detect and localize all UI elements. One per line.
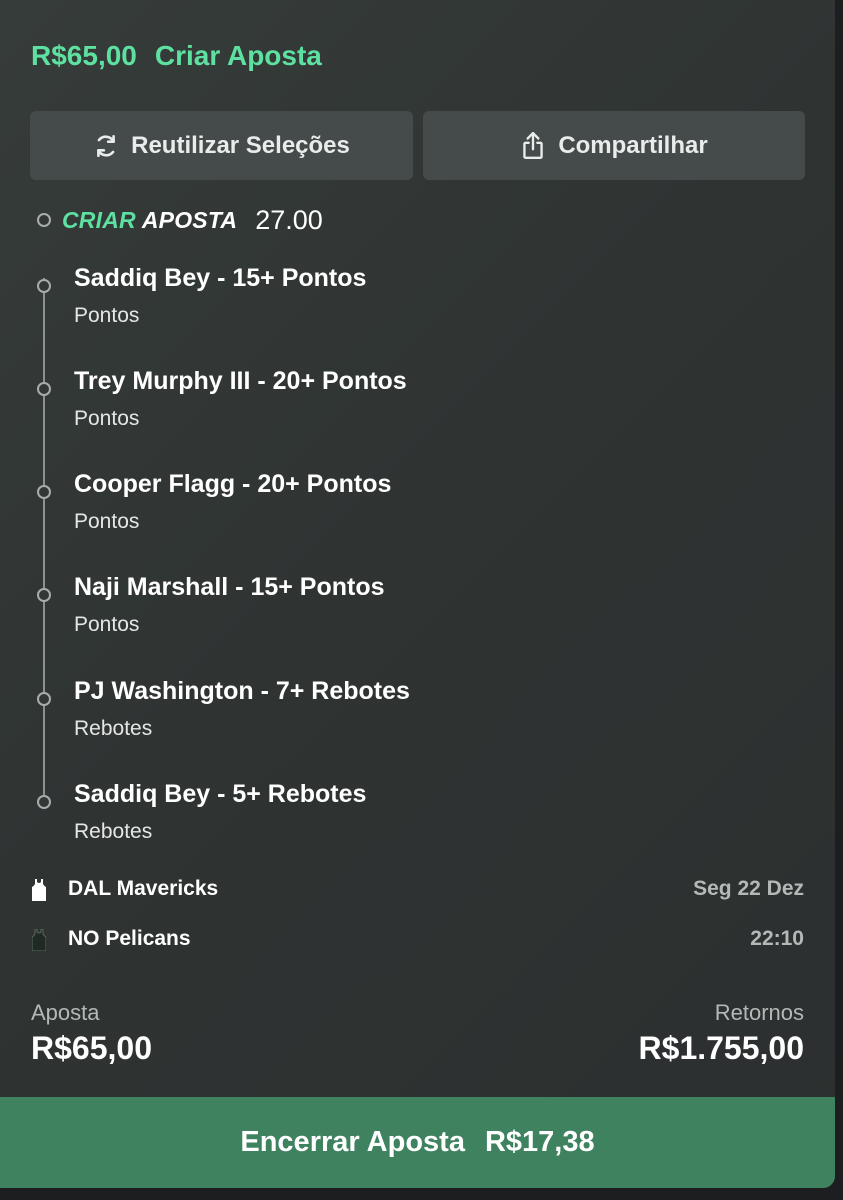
jersey-icon — [31, 928, 47, 956]
leg-market: Pontos — [74, 407, 140, 430]
stake-value: R$65,00 — [31, 1030, 152, 1066]
header-title: Criar Aposta — [154, 40, 322, 71]
bet-builder-odds: 27.00 — [255, 204, 323, 235]
bet-builder-row: CRIAR APOSTA 27.00 — [37, 203, 323, 237]
leg-item: Cooper Flagg - 20+ Pontos Pontos — [0, 470, 800, 562]
timeline-dot — [37, 213, 51, 227]
timeline-dot — [37, 795, 51, 809]
timeline-dot — [37, 279, 51, 293]
leg-title: Cooper Flagg - 20+ Pontos — [74, 470, 392, 498]
away-team-row: NO Pelicans 22:10 — [0, 927, 835, 957]
leg-title: Trey Murphy III - 20+ Pontos — [74, 367, 407, 395]
leg-title: Saddiq Bey - 5+ Rebotes — [74, 780, 367, 808]
timeline-dot — [37, 485, 51, 499]
bet-card: R$65,00 Criar Aposta Reutilizar Seleções… — [0, 0, 835, 1188]
leg-market: Pontos — [74, 613, 140, 636]
share-button[interactable]: Compartilhar — [423, 111, 805, 180]
leg-item: Trey Murphy III - 20+ Pontos Pontos — [0, 367, 800, 459]
refresh-icon — [93, 133, 119, 159]
home-team-row: DAL Mavericks Seg 22 Dez — [0, 877, 835, 907]
leg-market: Pontos — [74, 304, 140, 327]
leg-item: PJ Washington - 7+ Rebotes Rebotes — [0, 677, 800, 769]
leg-market: Pontos — [74, 510, 140, 533]
leg-title: PJ Washington - 7+ Rebotes — [74, 677, 410, 705]
share-icon — [520, 131, 546, 161]
share-label: Compartilhar — [558, 131, 708, 159]
match-date: Seg 22 Dez — [693, 877, 804, 900]
timeline-dot — [37, 382, 51, 396]
leg-item: Naji Marshall - 15+ Pontos Pontos — [0, 573, 800, 665]
leg-item: Saddiq Bey - 15+ Pontos Pontos — [0, 264, 800, 356]
header-amount: R$65,00 — [31, 40, 137, 71]
returns-value: R$1.755,00 — [638, 1030, 804, 1066]
bet-builder-logo-part1: CRIAR — [62, 206, 136, 233]
leg-market: Rebotes — [74, 717, 153, 740]
match-time: 22:10 — [750, 927, 804, 950]
away-team-name: NO Pelicans — [68, 927, 191, 950]
reuse-selections-label: Reutilizar Seleções — [131, 131, 350, 159]
bet-builder-logo-part2: APOSTA — [141, 206, 238, 233]
leg-title: Saddiq Bey - 15+ Pontos — [74, 264, 367, 292]
leg-item: Saddiq Bey - 5+ Rebotes Rebotes — [0, 780, 800, 872]
stake-label: Aposta — [31, 1000, 100, 1025]
jersey-icon — [32, 879, 46, 906]
cashout-button[interactable]: Encerrar Aposta R$17,38 — [0, 1097, 835, 1188]
leg-title: Naji Marshall - 15+ Pontos — [74, 573, 385, 601]
bet-builder-logo: CRIAR APOSTA — [62, 207, 237, 234]
timeline-dot — [37, 692, 51, 706]
reuse-selections-button[interactable]: Reutilizar Seleções — [30, 111, 413, 180]
bet-header: R$65,00 Criar Aposta — [31, 40, 322, 72]
cashout-value: R$17,38 — [484, 1126, 595, 1158]
leg-market: Rebotes — [74, 820, 153, 843]
timeline-dot — [37, 588, 51, 602]
returns-label: Retornos — [714, 1000, 804, 1025]
home-team-name: DAL Mavericks — [68, 877, 219, 900]
cashout-label: Encerrar Aposta — [240, 1126, 465, 1158]
